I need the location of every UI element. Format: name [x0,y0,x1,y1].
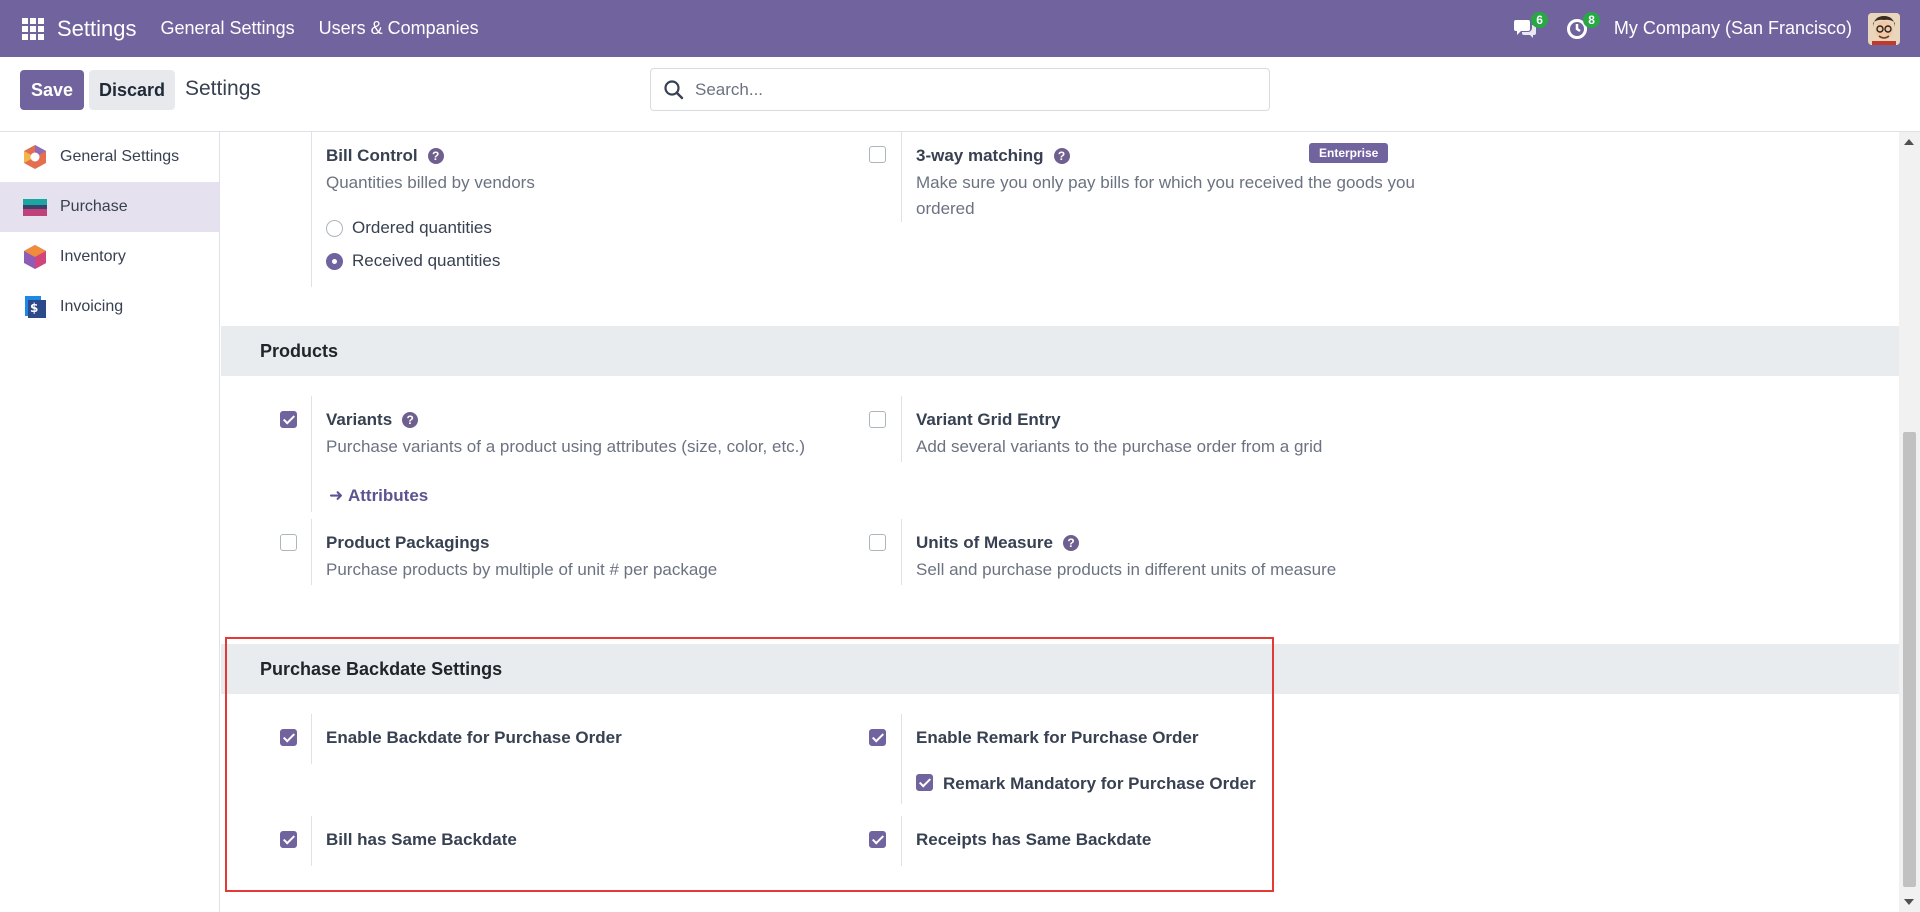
general-settings-app-icon [24,145,46,169]
activities-button[interactable]: 8 [1562,11,1600,44]
radio-label: Ordered quantities [352,218,492,237]
activities-badge: 8 [1583,11,1600,28]
app-brand[interactable]: Settings [57,16,137,42]
purchase-app-icon [23,199,47,216]
main-scrollbar[interactable] [1899,132,1920,912]
messages-badge: 6 [1531,11,1548,28]
help-icon[interactable]: ? [1062,535,1079,551]
settings-content: Bill Control? Quantities billed by vendo… [221,132,1899,912]
radio-label: Received quantities [352,251,501,270]
discard-button[interactable]: Discard [89,70,175,110]
checkbox-bill-same-backdate[interactable] [280,831,297,848]
link-label: Attributes [347,486,429,505]
setting-title: Product Packagings [326,533,490,552]
radio-received-quantities[interactable] [326,253,343,270]
setting-enable-backdate: Enable Backdate for Purchase Order [311,714,831,764]
control-panel: Save Discard Settings [0,57,1920,132]
setting-title: Remark Mandatory for Purchase Order [943,774,1256,793]
checkbox-variant-grid-entry[interactable] [869,411,886,428]
setting-receipts-same-backdate: Receipts has Same Backdate [901,816,1341,866]
menu-users-companies[interactable]: Users & Companies [319,18,479,39]
sidebar-item-general-settings[interactable]: General Settings [0,132,219,182]
attributes-link[interactable]: ➜ Attributes [329,486,428,506]
checkbox-variants[interactable] [280,411,297,428]
setting-description: Purchase variants of a product using att… [326,437,806,456]
sidebar-item-invoicing[interactable]: $ Invoicing [0,282,219,332]
setting-enable-remark: Enable Remark for Purchase Order Remark … [901,714,1341,804]
invoicing-app-icon: $ [25,296,46,318]
setting-title: Variants [326,410,393,429]
setting-title: Variant Grid Entry [916,410,1061,429]
save-button[interactable]: Save [20,70,84,110]
help-icon[interactable]: ? [1053,148,1070,164]
scroll-up-arrow-icon[interactable] [1904,139,1914,145]
setting-title: Units of Measure [916,533,1053,552]
setting-description: Purchase products by multiple of unit # … [326,560,718,579]
search-input[interactable] [695,79,1255,100]
help-icon[interactable]: ? [427,148,444,164]
sidebar-item-purchase[interactable]: Purchase [0,182,219,232]
menu-general-settings[interactable]: General Settings [161,18,295,39]
checkbox-3-way-matching[interactable] [869,146,886,163]
setting-bill-same-backdate: Bill has Same Backdate [311,816,831,866]
arrow-right-icon: ➜ [329,486,348,505]
checkbox-receipts-same-backdate[interactable] [869,831,886,848]
setting-description: Make sure you only pay bills for which y… [916,173,1415,218]
setting-description: Add several variants to the purchase ord… [916,437,1323,456]
sidebar-item-label: Purchase [60,198,128,215]
search-icon [664,79,684,99]
setting-title: Enable Backdate for Purchase Order [326,728,622,747]
user-avatar[interactable] [1868,12,1900,45]
checkbox-enable-remark[interactable] [869,729,886,746]
setting-title: Enable Remark for Purchase Order [916,728,1199,747]
setting-bill-control: Bill Control? Quantities billed by vendo… [311,132,831,287]
search-bar[interactable] [650,68,1270,111]
messages-button[interactable]: 6 [1510,11,1548,44]
checkbox-remark-mandatory[interactable] [916,774,933,791]
setting-units-of-measure: Units of Measure? Sell and purchase prod… [901,519,1421,585]
checkbox-product-packagings[interactable] [280,534,297,551]
sidebar-item-label: Invoicing [60,298,124,315]
setting-description: Quantities billed by vendors [326,173,535,192]
company-switcher[interactable]: My Company (San Francisco) [1614,18,1852,39]
scroll-thumb[interactable] [1903,432,1916,887]
scroll-down-arrow-icon[interactable] [1904,899,1914,905]
setting-product-packagings: Product Packagings Purchase products by … [311,519,831,585]
checkbox-enable-backdate[interactable] [280,729,297,746]
section-header-products: Products [221,326,1899,376]
breadcrumb-title: Settings [185,77,261,100]
checkbox-units-of-measure[interactable] [869,534,886,551]
sidebar-item-label: Inventory [60,248,126,265]
setting-title: 3-way matching [916,146,1044,165]
sidebar-item-inventory[interactable]: Inventory [0,232,219,282]
setting-description: Sell and purchase products in different … [916,560,1337,579]
app-menu-icon[interactable] [22,17,44,40]
radio-ordered-quantities[interactable] [326,220,343,237]
help-icon[interactable]: ? [402,412,419,428]
enterprise-badge: Enterprise [1309,143,1389,163]
setting-title: Bill Control [326,146,418,165]
settings-sidebar: General Settings Purchase Inventory $ In… [0,132,220,912]
top-navbar: Settings General Settings Users & Compan… [0,0,1920,57]
setting-title: Bill has Same Backdate [326,830,517,849]
setting-title: Receipts has Same Backdate [916,830,1152,849]
setting-variant-grid-entry: Variant Grid Entry Add several variants … [901,396,1421,462]
inventory-app-icon [24,245,46,269]
svg-text:$: $ [30,301,38,315]
sidebar-item-label: General Settings [60,148,180,165]
section-header-purchase-backdate: Purchase Backdate Settings [221,644,1899,694]
